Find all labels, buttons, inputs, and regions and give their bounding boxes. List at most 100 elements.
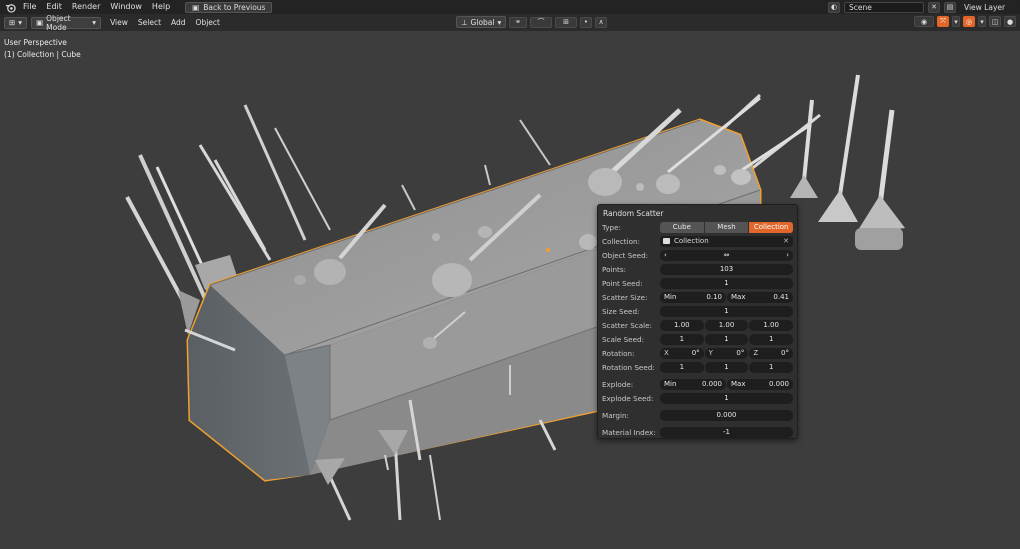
snap-icon[interactable]: ⌒ bbox=[530, 16, 552, 28]
explode-seed-label: Explode Seed: bbox=[602, 393, 654, 403]
orientation-icon: ⊥ bbox=[461, 17, 468, 27]
chevron-down-icon[interactable]: ▾ bbox=[952, 16, 960, 27]
scatter-scale-y-field[interactable]: 1.00 bbox=[704, 319, 749, 331]
explode-seed-field[interactable]: 1 bbox=[660, 392, 793, 404]
pivot-point-icon[interactable]: ⚭ bbox=[509, 16, 527, 28]
view-layer-field[interactable]: View Layer bbox=[960, 1, 1020, 13]
scene-remove-icon[interactable]: ✕ bbox=[928, 1, 940, 13]
points-row: Points: 103 bbox=[602, 262, 793, 276]
chevron-down-icon: ▾ bbox=[497, 17, 502, 27]
type-cube-button[interactable]: Cube bbox=[660, 221, 704, 233]
rotation-seed-z-field[interactable]: 1 bbox=[749, 361, 794, 373]
menu-object[interactable]: Object bbox=[191, 18, 225, 27]
editor-type-button[interactable]: ⊞ ▾ bbox=[4, 16, 28, 29]
material-index-label: Material Index: bbox=[602, 427, 656, 437]
explode-row: Explode: Min 0.000 Max 0.000 bbox=[602, 377, 793, 391]
top-menu-bar: File Edit Render Window Help ▣ Back to P… bbox=[0, 0, 1020, 14]
view-layer-icon[interactable]: ▤ bbox=[944, 1, 956, 13]
point-seed-field[interactable]: 1 bbox=[660, 277, 793, 289]
rotation-row: Rotation: X 0° Y 0° Z 0° bbox=[602, 346, 794, 360]
rotation-seed-y-field[interactable]: 1 bbox=[704, 361, 749, 373]
margin-field[interactable]: 0.000 bbox=[660, 409, 793, 421]
drag-cursor-icon: ⇔ bbox=[723, 251, 730, 259]
chevron-left-icon[interactable]: ‹ bbox=[664, 251, 667, 259]
rotation-y-field[interactable]: Y 0° bbox=[704, 347, 749, 359]
snap-target-icon[interactable]: ⊞ bbox=[555, 16, 577, 28]
points-label: Points: bbox=[602, 264, 627, 274]
chevron-down-icon[interactable]: ▾ bbox=[978, 16, 986, 27]
mode-selector[interactable]: ▣ Object Mode ▾ bbox=[31, 14, 102, 32]
type-collection-button[interactable]: Collection bbox=[749, 221, 794, 233]
scatter-size-label: Scatter Size: bbox=[602, 292, 648, 302]
clear-icon[interactable]: ✕ bbox=[783, 237, 789, 245]
rotation-seed-x-field[interactable]: 1 bbox=[660, 361, 704, 373]
rotation-z-field[interactable]: Z 0° bbox=[749, 347, 794, 359]
collection-icon bbox=[663, 238, 670, 244]
menu-view[interactable]: View bbox=[105, 18, 133, 27]
menu-file[interactable]: File bbox=[18, 0, 41, 14]
menu-help[interactable]: Help bbox=[147, 0, 175, 14]
margin-row: Margin: 0.000 bbox=[602, 408, 793, 422]
explode-label: Explode: bbox=[602, 379, 634, 389]
scatter-size-row: Scatter Size: Min 0.10 Max 0.41 bbox=[602, 290, 793, 304]
collection-row: Collection: Collection ✕ bbox=[602, 234, 793, 248]
type-row: Type: Cube Mesh Collection bbox=[602, 220, 794, 234]
menu-add[interactable]: Add bbox=[166, 18, 191, 27]
scale-seed-y-field[interactable]: 1 bbox=[704, 333, 749, 345]
menu-render[interactable]: Render bbox=[67, 0, 105, 14]
explode-min-field[interactable]: Min 0.000 bbox=[660, 378, 726, 390]
material-index-field[interactable]: -1 bbox=[660, 426, 793, 438]
scatter-scale-row: Scatter Scale: 1.00 1.00 1.00 bbox=[602, 318, 794, 332]
chevron-down-icon: ▾ bbox=[18, 18, 23, 27]
overlays-icon[interactable]: ◎ bbox=[963, 16, 975, 27]
menu-select[interactable]: Select bbox=[133, 18, 166, 27]
shading-solid-icon[interactable]: ● bbox=[1004, 16, 1016, 27]
scale-seed-row: Scale Seed: 1 1 1 bbox=[602, 332, 794, 346]
size-seed-field[interactable]: 1 bbox=[660, 305, 793, 317]
editor-type-icon: ⊞ bbox=[9, 18, 16, 27]
margin-label: Margin: bbox=[602, 410, 629, 420]
type-mesh-button[interactable]: Mesh bbox=[704, 221, 749, 233]
chevron-right-icon[interactable]: › bbox=[786, 251, 789, 259]
type-label: Type: bbox=[602, 222, 621, 232]
gizmo-icon[interactable]: ⤧ bbox=[937, 16, 949, 27]
object-seed-row: Object Seed: ‹ ⇔ › bbox=[602, 248, 793, 262]
rotation-label: Rotation: bbox=[602, 348, 635, 358]
collection-field[interactable]: Collection ✕ bbox=[660, 235, 793, 247]
scale-seed-z-field[interactable]: 1 bbox=[749, 333, 794, 345]
scale-seed-x-field[interactable]: 1 bbox=[660, 333, 704, 345]
proportional-edit-icon[interactable]: • bbox=[580, 16, 592, 28]
transform-orientation-selector[interactable]: ⊥ Global ▾ bbox=[456, 16, 506, 28]
visibility-icon[interactable]: ◉ bbox=[914, 16, 934, 27]
scene-selector-icon[interactable]: ◐ bbox=[828, 1, 840, 13]
3d-viewport[interactable]: User Perspective (1) Collection | Cube R… bbox=[0, 31, 1020, 549]
scatter-size-max-field[interactable]: Max 0.41 bbox=[727, 291, 793, 303]
xray-icon[interactable]: ◫ bbox=[989, 16, 1001, 27]
back-to-previous-button[interactable]: ▣ Back to Previous bbox=[185, 1, 273, 13]
random-scatter-panel[interactable]: Random Scatter Type: Cube Mesh Collectio… bbox=[597, 204, 798, 439]
scatter-scale-z-field[interactable]: 1.00 bbox=[749, 319, 794, 331]
size-seed-label: Size Seed: bbox=[602, 306, 640, 316]
scene-render bbox=[125, 74, 905, 521]
object-mode-icon: ▣ bbox=[36, 18, 44, 27]
rotation-seed-row: Rotation Seed: 1 1 1 bbox=[602, 360, 794, 374]
scatter-size-min-field[interactable]: Min 0.10 bbox=[660, 291, 726, 303]
scatter-scale-label: Scatter Scale: bbox=[602, 320, 652, 330]
menu-window[interactable]: Window bbox=[105, 0, 147, 14]
point-seed-row: Point Seed: 1 bbox=[602, 276, 793, 290]
rotation-x-field[interactable]: X 0° bbox=[660, 347, 704, 359]
scatter-scale-x-field[interactable]: 1.00 bbox=[660, 319, 704, 331]
menu-edit[interactable]: Edit bbox=[41, 0, 67, 14]
explode-max-field[interactable]: Max 0.000 bbox=[727, 378, 793, 390]
object-seed-label: Object Seed: bbox=[602, 250, 649, 260]
blender-logo-icon[interactable] bbox=[2, 0, 18, 14]
panel-title: Random Scatter bbox=[603, 209, 664, 218]
rotation-seed-label: Rotation Seed: bbox=[602, 362, 655, 372]
scale-seed-label: Scale Seed: bbox=[602, 334, 645, 344]
object-seed-field[interactable]: ‹ ⇔ › bbox=[660, 249, 793, 261]
falloff-icon[interactable]: ∧ bbox=[595, 16, 607, 28]
scene-field[interactable]: Scene bbox=[844, 1, 924, 13]
points-field[interactable]: 103 bbox=[660, 263, 793, 275]
collection-label: Collection: bbox=[602, 236, 640, 246]
viewport-header: ⊞ ▾ ▣ Object Mode ▾ View Select Add Objec… bbox=[0, 14, 1020, 32]
